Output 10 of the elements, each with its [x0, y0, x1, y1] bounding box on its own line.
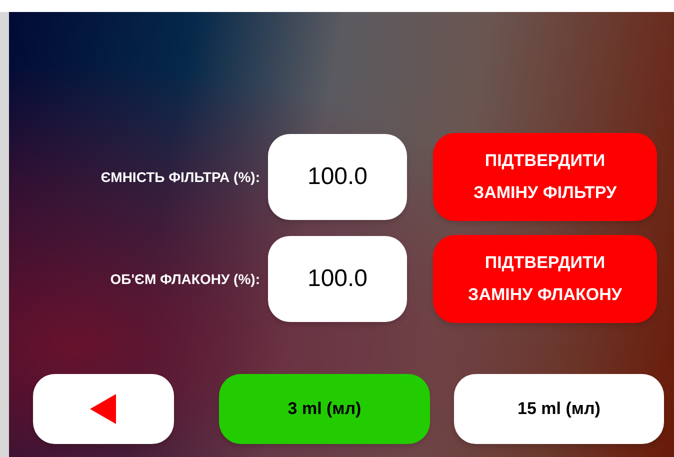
confirm-button[interactable]: ПІДТВЕРДИТИ ЗАМІНУ ФІЛЬТРУ	[433, 133, 657, 221]
input-field[interactable]: 100.0	[268, 236, 407, 322]
back-arrow-icon	[90, 394, 118, 424]
input-field[interactable]: 100.0	[268, 134, 407, 220]
volume-button[interactable]: 3 ml (мл)	[219, 374, 430, 444]
confirm-button[interactable]: ПІДТВЕРДИТИ ЗАМІНУ ФЛАКОНУ	[433, 235, 657, 323]
back-button[interactable]	[33, 374, 174, 444]
field-label: ЄМНІСТЬ ФІЛЬТРА (%):	[100, 168, 261, 187]
volume-button[interactable]: 15 ml (мл)	[454, 374, 664, 444]
field-label: ОБ'ЄМ ФЛАКОНУ (%):	[109, 270, 261, 289]
